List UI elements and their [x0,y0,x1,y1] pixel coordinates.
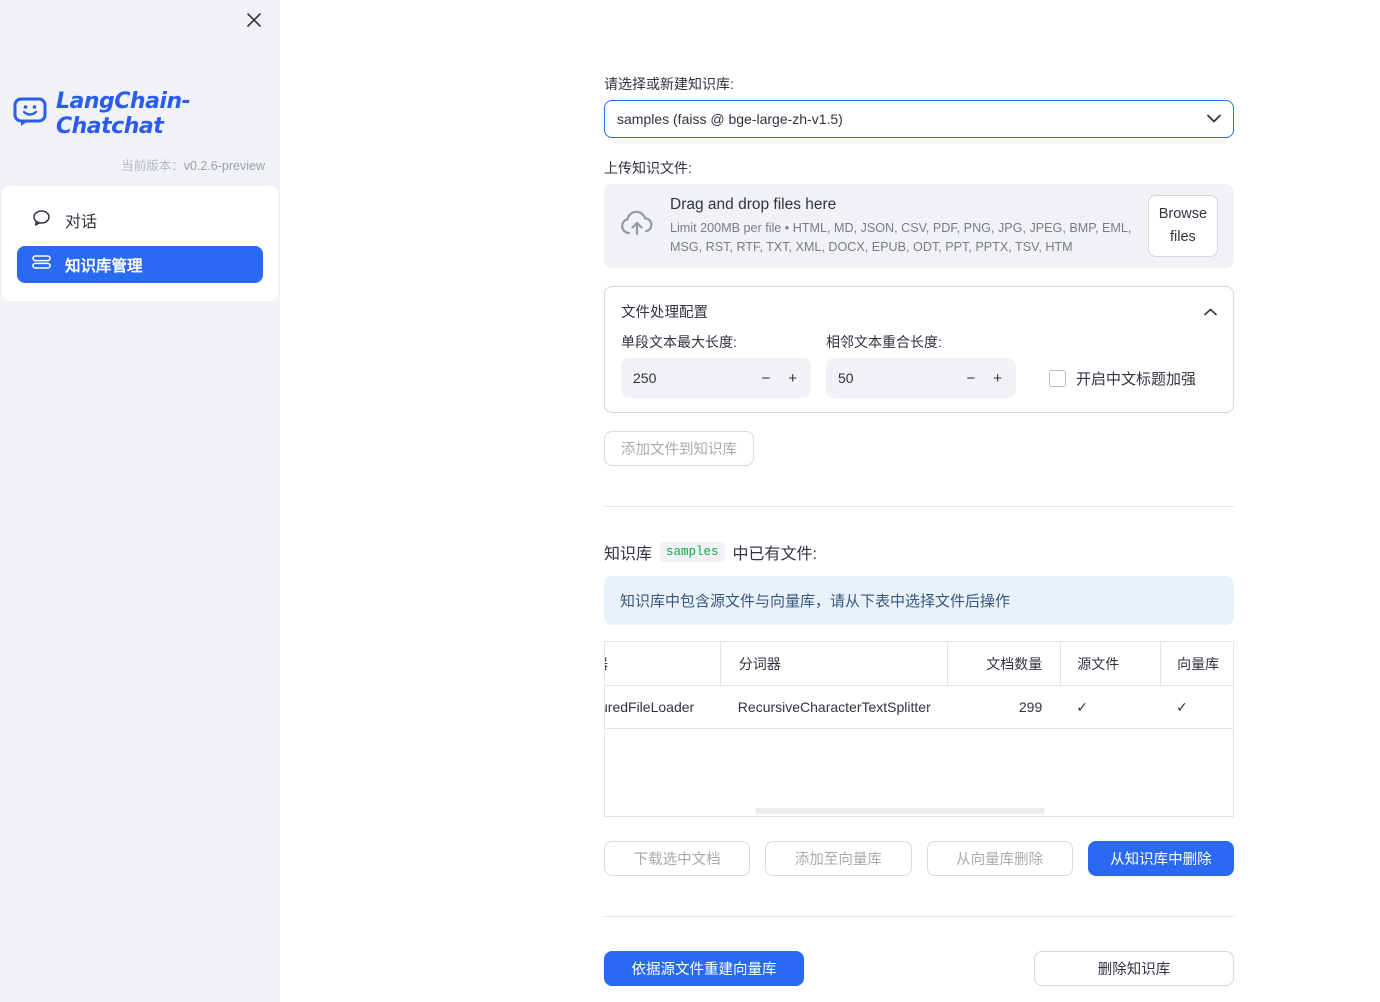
chinese-title-enhance-label: 开启中文标题加强 [1076,370,1197,388]
overlap-size-input[interactable]: 50 − + [826,358,1016,398]
kb-management-row: 依据源文件重建向量库 删除知识库 [604,951,1234,986]
cloud-upload-icon [620,210,654,243]
version-label: 当前版本： [121,159,184,173]
sidebar: LangChain-Chatchat 当前版本：v0.2.6-preview 对… [0,0,280,1002]
table-horizontal-scrollbar[interactable] [755,808,1045,814]
kb-files-table[interactable]: 器 分词器 文档数量 源文件 向量库 uredFileLoader Recurs… [604,641,1234,817]
kb-name-code: samples [660,542,725,562]
chevron-down-icon [1207,110,1221,128]
kb-files-heading-suffix: 中已有文件: [732,546,817,563]
sidebar-item-label: 对话 [65,214,98,231]
add-to-vector-store-button[interactable]: 添加至向量库 [765,841,912,876]
app-title: LangChain-Chatchat [56,89,191,139]
overlap-size-decrement-button[interactable]: − [948,370,975,387]
column-header-source-file[interactable]: 源文件 [1060,642,1160,685]
sidebar-item-label: 知识库管理 [65,257,143,275]
sidebar-item-dialogue[interactable]: 对话 [2,200,278,240]
table-header-row: 器 分词器 文档数量 源文件 向量库 [605,642,1233,686]
delete-from-vector-store-button[interactable]: 从向量库删除 [926,841,1073,876]
file-config-expander: 文件处理配置 单段文本最大长度: 250 − + 相邻文本重合长度: 50 − … [604,286,1234,413]
sidebar-menu: 对话 知识库管理 [2,186,278,301]
overlap-size-increment-button[interactable]: + [975,370,1002,387]
upload-label: 上传知识文件: [604,160,692,176]
version-value: v0.2.6-preview [183,159,265,173]
column-header-doc-count[interactable]: 文档数量 [947,642,1060,685]
chevron-up-icon [1204,304,1217,320]
sidebar-close-button[interactable] [242,9,266,33]
app-logo: LangChain-Chatchat [12,89,280,139]
dropzone-title: Drag and drop files here [670,196,837,214]
overlap-size-label: 相邻文本重合长度: [826,334,942,350]
divider [604,916,1234,917]
add-files-to-kb-button[interactable]: 添加文件到知识库 [604,431,754,466]
kb-select-label: 请选择或新建知识库: [604,76,734,92]
overlap-size-value: 50 [838,370,854,386]
chat-bubble-icon [32,209,51,232]
chunk-size-increment-button[interactable]: + [770,370,797,387]
column-header-vector-store[interactable]: 向量库 [1160,642,1233,685]
column-header-splitter[interactable]: 分词器 [719,642,948,685]
main-area: 请选择或新建知识库: samples (faiss @ bge-large-zh… [280,0,1380,1002]
version-line: 当前版本：v0.2.6-preview [0,155,280,174]
kb-selectbox[interactable]: samples (faiss @ bge-large-zh-v1.5) [604,100,1234,138]
file-actions-row: 下载选中文档 添加至向量库 从向量库删除 从知识库中删除 [604,841,1234,876]
cell-loader: uredFileLoader [605,699,695,715]
download-selected-button[interactable]: 下载选中文档 [604,841,751,876]
kb-selectbox-value: samples (faiss @ bge-large-zh-v1.5) [617,111,843,127]
divider [604,506,1234,507]
dropzone-limit-text: Limit 200MB per file • HTML, MD, JSON, C… [670,221,1132,254]
chat-face-logo-icon [12,96,48,133]
rebuild-vector-store-button[interactable]: 依据源文件重建向量库 [604,951,804,986]
kb-files-heading-prefix: 知识库 [604,546,653,563]
cell-splitter: RecursiveCharacterTextSplitter [737,699,931,715]
browse-files-button[interactable]: Browse files [1147,194,1218,258]
chunk-size-value: 250 [633,370,657,386]
expander-title: 文件处理配置 [621,305,708,321]
delete-kb-button[interactable]: 删除知识库 [1034,951,1234,986]
sidebar-item-knowledge-base[interactable]: 知识库管理 [17,246,263,283]
column-header-loader[interactable]: 器 [605,642,720,685]
chunk-size-input[interactable]: 250 − + [621,358,811,398]
kb-files-heading: 知识库 samples 中已有文件: [604,540,1234,564]
chunk-size-decrement-button[interactable]: − [743,370,770,387]
cell-source-file-check: ✓ [1076,698,1088,715]
info-banner: 知识库中包含源文件与向量库，请从下表中选择文件后操作 [604,576,1234,625]
close-icon [245,11,263,32]
chinese-title-enhance-checkbox[interactable] [1049,369,1066,387]
cell-vector-store-check: ✓ [1176,698,1188,715]
expander-header[interactable]: 文件处理配置 [621,301,1217,322]
list-stack-icon [32,254,51,275]
cell-doc-count: 299 [1018,699,1043,715]
table-row[interactable]: uredFileLoader RecursiveCharacterTextSpl… [605,686,1233,729]
file-dropzone[interactable]: Drag and drop files here Limit 200MB per… [604,184,1234,268]
chunk-size-label: 单段文本最大长度: [621,334,737,350]
delete-from-kb-button[interactable]: 从知识库中删除 [1087,841,1234,876]
